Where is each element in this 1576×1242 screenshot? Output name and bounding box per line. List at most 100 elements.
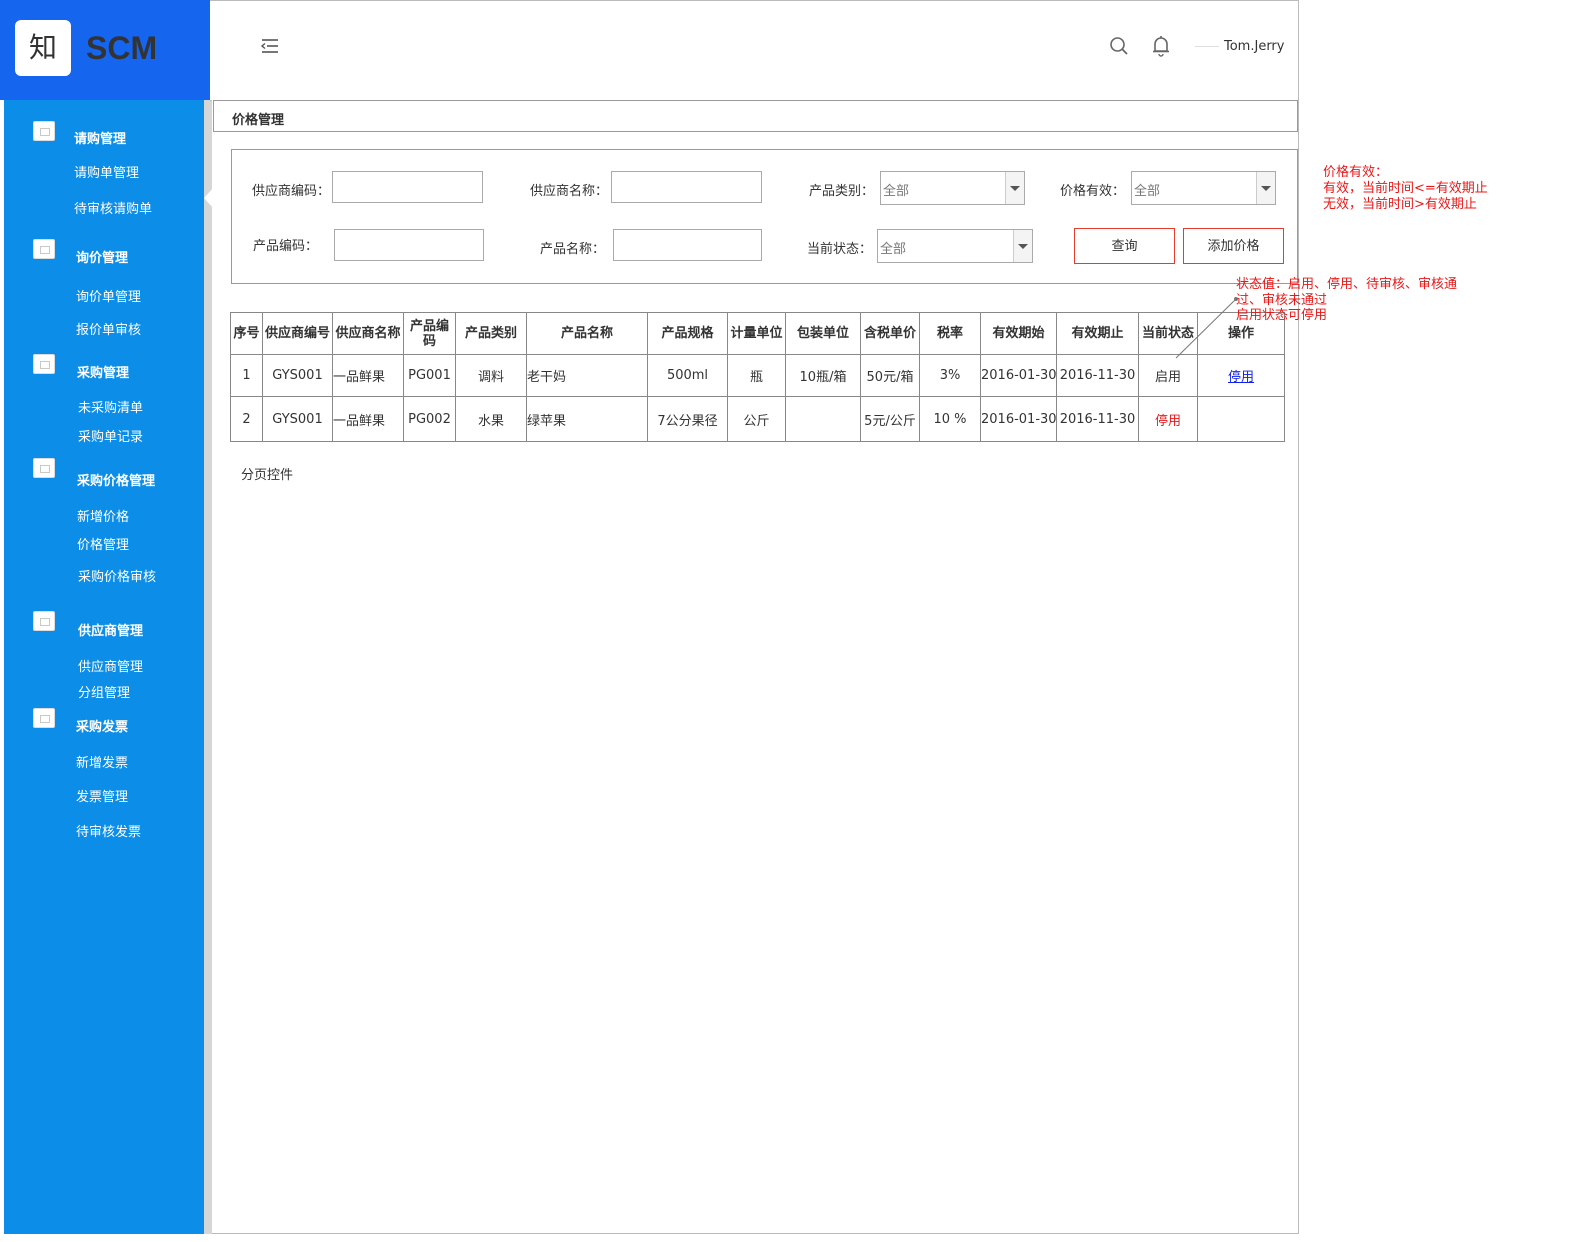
search-icon[interactable] xyxy=(1108,35,1130,57)
price-valid-select[interactable]: 全部 xyxy=(1131,171,1276,205)
product-category-label: 产品类别： xyxy=(809,184,875,199)
table-cell: 一品鲜果 xyxy=(332,396,404,442)
table-cell: 3% xyxy=(919,354,981,397)
chevron-down-icon[interactable] xyxy=(1256,172,1275,204)
sidebar-item-requisition-manage[interactable]: 请购单管理 xyxy=(74,162,139,181)
supplier-name-input[interactable] xyxy=(611,171,762,203)
sidebar-group-supplier[interactable]: 供应商管理 xyxy=(78,620,143,639)
logo-text: SCM xyxy=(86,30,158,66)
sidebar-item-inquiry-manage[interactable]: 询价单管理 xyxy=(76,286,141,305)
add-price-button[interactable]: 添加价格 xyxy=(1183,228,1284,264)
current-status-label: 当前状态： xyxy=(807,242,873,257)
sidebar-item-invoice-manage[interactable]: 发票管理 xyxy=(76,786,128,805)
logo-area: 知 SCM xyxy=(0,0,210,100)
table-cell: 瓶 xyxy=(727,354,786,397)
current-status-value: 全部 xyxy=(880,242,907,257)
avatar[interactable] xyxy=(1195,46,1219,47)
pagination-placeholder: 分页控件 xyxy=(241,468,294,483)
column-header: 产品名称 xyxy=(526,312,648,355)
table-cell: 50元/箱 xyxy=(860,354,920,397)
action-cell xyxy=(1197,396,1285,442)
table-cell: 绿苹果 xyxy=(526,396,648,442)
column-header: 供应商编号 xyxy=(262,312,333,355)
chevron-down-icon[interactable] xyxy=(1013,230,1032,262)
table-cell: 2016-01-30 xyxy=(980,354,1057,397)
table-cell: 10瓶/箱 xyxy=(785,354,861,397)
table-cell: 5元/公斤 xyxy=(860,396,920,442)
product-name-input[interactable] xyxy=(613,229,762,261)
product-code-input[interactable] xyxy=(334,229,484,261)
sidebar-group-purchase-price[interactable]: 采购价格管理 xyxy=(77,470,155,489)
supplier-code-input[interactable] xyxy=(332,171,483,203)
product-code-label: 产品编码： xyxy=(253,239,319,254)
sidebar-group-inquiry[interactable]: 询价管理 xyxy=(76,247,128,266)
annotation-price-valid-title: 价格有效： xyxy=(1323,165,1389,180)
top-header: Tom.Jerry xyxy=(210,0,1299,101)
status-cell: 停用 xyxy=(1138,396,1198,442)
table-cell: 10 % xyxy=(919,396,981,442)
table-cell: 2016-11-30 xyxy=(1056,396,1139,442)
annotation-status-values: 过、审核未通过 xyxy=(1236,293,1328,308)
sidebar-item-requisition-pending[interactable]: 待审核请购单 xyxy=(74,198,152,217)
annotation-status-values: 状态值：启用、停用、待审核、审核通 xyxy=(1236,277,1458,292)
sidebar-item-purchase-records[interactable]: 采购单记录 xyxy=(78,426,143,445)
sidebar-item-invoice-pending[interactable]: 待审核发票 xyxy=(76,821,141,840)
disable-link[interactable]: 停用 xyxy=(1228,370,1254,385)
bell-icon[interactable] xyxy=(1150,34,1172,58)
image-placeholder-icon xyxy=(33,611,55,631)
current-status-select[interactable]: 全部 xyxy=(877,229,1033,263)
product-category-select[interactable]: 全部 xyxy=(880,171,1025,205)
column-header: 包装单位 xyxy=(785,312,861,355)
image-placeholder-icon xyxy=(33,354,55,374)
query-button[interactable]: 查询 xyxy=(1074,228,1175,264)
price-table: 序号 供应商编号 供应商名称 产品编码 产品类别 产品名称 产品规格 计量单位 … xyxy=(230,312,1285,442)
column-header: 产品编码 xyxy=(403,312,456,355)
sidebar-group-purchase[interactable]: 采购管理 xyxy=(77,362,129,381)
page-title: 价格管理 xyxy=(232,113,285,128)
column-header: 供应商名称 xyxy=(332,312,404,355)
price-valid-value: 全部 xyxy=(1134,184,1161,199)
sidebar-item-add-price[interactable]: 新增价格 xyxy=(77,506,129,525)
table-cell: 一品鲜果 xyxy=(332,354,404,397)
table-header-row: 序号 供应商编号 供应商名称 产品编码 产品类别 产品名称 产品规格 计量单位 … xyxy=(230,312,1285,355)
column-header: 当前状态 xyxy=(1138,312,1198,355)
table-cell: GYS001 xyxy=(262,354,333,397)
sidebar-item-supplier-manage[interactable]: 供应商管理 xyxy=(78,656,143,675)
table-row: 1 GYS001 一品鲜果 PG001 调料 老干妈 500ml 瓶 10瓶/箱… xyxy=(230,354,1285,397)
table-cell: PG001 xyxy=(403,354,456,397)
table-cell: 公斤 xyxy=(727,396,786,442)
action-cell: 停用 xyxy=(1197,354,1285,397)
table-row: 2 GYS001 一品鲜果 PG002 水果 绿苹果 7公分果径 公斤 5元/公… xyxy=(230,396,1285,442)
logo-icon: 知 xyxy=(15,20,71,76)
table-cell: 2 xyxy=(230,396,263,442)
sidebar-item-quote-review[interactable]: 报价单审核 xyxy=(76,319,141,338)
sidebar-item-unpurchased-list[interactable]: 未采购清单 xyxy=(78,397,143,416)
sidebar-item-price-review[interactable]: 采购价格审核 xyxy=(78,566,156,585)
column-header: 含税单价 xyxy=(860,312,920,355)
sidebar-group-invoice[interactable]: 采购发票 xyxy=(76,716,128,735)
column-header: 有效期始 xyxy=(980,312,1057,355)
table-cell: PG002 xyxy=(403,396,456,442)
status-cell: 启用 xyxy=(1138,354,1198,397)
page-title-bar: 价格管理 xyxy=(213,100,1298,132)
column-header: 产品规格 xyxy=(647,312,728,355)
column-header: 计量单位 xyxy=(727,312,786,355)
table-cell: 1 xyxy=(230,354,263,397)
sidebar-group-requisition[interactable]: 请购管理 xyxy=(74,128,126,147)
table-cell: 调料 xyxy=(455,354,527,397)
table-cell xyxy=(785,396,861,442)
sidebar-item-price-manage[interactable]: 价格管理 xyxy=(77,534,129,553)
sidebar-item-add-invoice[interactable]: 新增发票 xyxy=(76,752,128,771)
table-cell: 500ml xyxy=(647,354,728,397)
image-placeholder-icon xyxy=(33,458,55,478)
sidebar-item-group-manage[interactable]: 分组管理 xyxy=(78,682,130,701)
column-header: 产品类别 xyxy=(455,312,527,355)
product-name-label: 产品名称： xyxy=(540,242,606,257)
image-placeholder-icon xyxy=(33,708,55,728)
annotation-price-valid-rule: 无效，当前时间>有效期止 xyxy=(1323,197,1477,212)
user-name[interactable]: Tom.Jerry xyxy=(1224,39,1284,54)
chevron-down-icon[interactable] xyxy=(1005,172,1024,204)
table-cell: 2016-01-30 xyxy=(980,396,1057,442)
menu-toggle-icon[interactable] xyxy=(258,35,280,57)
product-category-value: 全部 xyxy=(883,184,910,199)
